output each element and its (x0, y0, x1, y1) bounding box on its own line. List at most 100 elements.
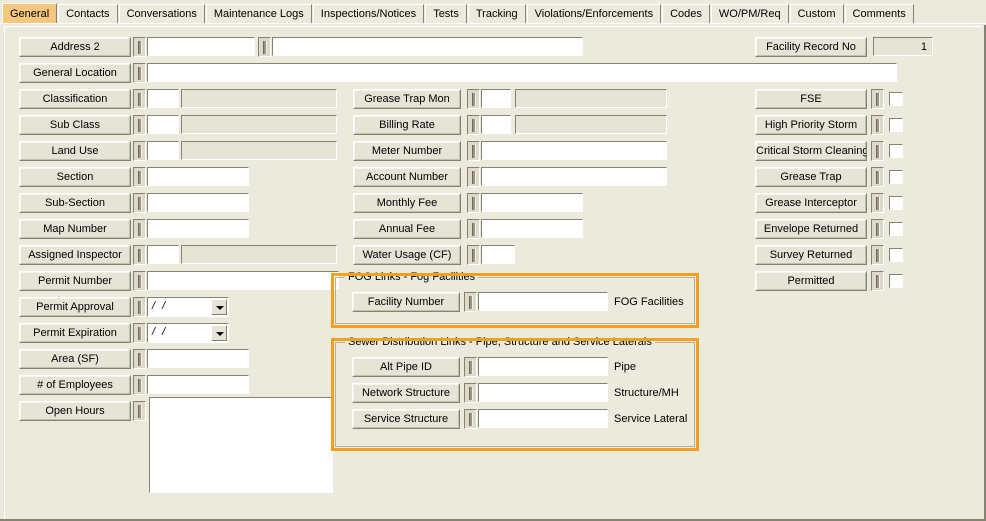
land-use-description-field[interactable] (181, 141, 337, 160)
right-label-envelope-returned[interactable]: Envelope Returned (755, 219, 867, 239)
middle-label-billing-rate[interactable]: Billing Rate (353, 115, 461, 135)
right-label-survey-returned[interactable]: Survey Returned (755, 245, 867, 265)
billing-rate-description-field[interactable] (515, 115, 667, 134)
left-drill-button-6[interactable] (133, 193, 146, 213)
left-label-permit-number[interactable]: Permit Number (19, 271, 131, 291)
left-label-section[interactable]: Section (19, 167, 131, 187)
left-drill-button-13[interactable] (133, 375, 146, 395)
left-label-general-location[interactable]: General Location (19, 63, 131, 83)
right-drill-button-4[interactable] (871, 193, 884, 213)
right-label-critical-storm-cleaning[interactable]: Critical Storm Cleaning (755, 141, 867, 161)
sub-class-code-field[interactable] (147, 115, 179, 134)
right-label-permitted[interactable]: Permitted (755, 271, 867, 291)
left-label-assigned-inspector[interactable]: Assigned Inspector (19, 245, 131, 265)
tab-inspections-notices[interactable]: Inspections/Notices (312, 4, 425, 24)
permit-approval-date-combo[interactable]: / / (147, 297, 229, 317)
open-hours-textarea[interactable] (149, 397, 333, 493)
sub-class-description-field[interactable] (181, 115, 337, 134)
checkbox-grease-interceptor[interactable] (889, 196, 903, 210)
checkbox-permitted[interactable] (889, 274, 903, 288)
middle-label-monthly-fee[interactable]: Monthly Fee (353, 193, 461, 213)
fog-facility-number-field[interactable] (478, 292, 608, 311)
map-number-field[interactable] (147, 219, 249, 238)
middle-drill-button-3[interactable] (467, 167, 480, 187)
middle-drill-button-5[interactable] (467, 219, 480, 239)
fog-drill-button-0[interactable] (464, 292, 477, 312)
of-employees-field[interactable] (147, 375, 249, 394)
fog-facility-number-label[interactable]: Facility Number (352, 292, 460, 312)
right-drill-button-7[interactable] (871, 271, 884, 291)
tab-general[interactable]: General (2, 3, 58, 24)
left-drill-button-9[interactable] (133, 271, 146, 291)
tab-contacts[interactable]: Contacts (58, 4, 118, 24)
left-label-address-2[interactable]: Address 2 (19, 37, 131, 57)
middle-drill-button-4[interactable] (467, 193, 480, 213)
left-label-classification[interactable]: Classification (19, 89, 131, 109)
middle-label-meter-number[interactable]: Meter Number (353, 141, 461, 161)
address2-field-1[interactable] (147, 37, 255, 56)
right-drill-button-6[interactable] (871, 245, 884, 265)
left-label-land-use[interactable]: Land Use (19, 141, 131, 161)
left-drill-button-10[interactable] (133, 297, 146, 317)
general-location-field[interactable] (147, 63, 897, 82)
tab-tracking[interactable]: Tracking (467, 4, 526, 24)
sewer-label-alt-pipe-id[interactable]: Alt Pipe ID (352, 357, 460, 377)
right-drill-button-3[interactable] (871, 167, 884, 187)
sewer-drill-button-1[interactable] (464, 383, 477, 403)
left-drill-button-12[interactable] (133, 349, 146, 369)
classification-description-field[interactable] (181, 89, 337, 108)
right-drill-button-1[interactable] (871, 115, 884, 135)
tab-maintenance-logs[interactable]: Maintenance Logs (205, 4, 312, 24)
right-label-grease-trap[interactable]: Grease Trap (755, 167, 867, 187)
meter-number-field[interactable] (481, 141, 667, 160)
annual-fee-field[interactable] (481, 219, 583, 238)
middle-label-grease-trap-mon[interactable]: Grease Trap Mon (353, 89, 461, 109)
tab-conversations[interactable]: Conversations (118, 4, 205, 24)
left-drill-button-4[interactable] (133, 141, 146, 161)
right-label-fse[interactable]: FSE (755, 89, 867, 109)
assigned-inspector-code-field[interactable] (147, 245, 179, 264)
area-sf-field[interactable] (147, 349, 249, 368)
left-drill-button-8[interactable] (133, 245, 146, 265)
address2-drill-button-2[interactable] (258, 37, 271, 57)
monthly-fee-field[interactable] (481, 193, 583, 212)
right-label-grease-interceptor[interactable]: Grease Interceptor (755, 193, 867, 213)
grease-trap-mon-description-field[interactable] (515, 89, 667, 108)
right-label-high-priority-storm[interactable]: High Priority Storm (755, 115, 867, 135)
chevron-down-icon[interactable] (211, 325, 227, 341)
tab-comments[interactable]: Comments (844, 4, 914, 24)
land-use-code-field[interactable] (147, 141, 179, 160)
right-drill-button-5[interactable] (871, 219, 884, 239)
grease-trap-mon-code-field[interactable] (481, 89, 511, 108)
middle-drill-button-0[interactable] (467, 89, 480, 109)
account-number-field[interactable] (481, 167, 667, 186)
tab-violations-enforcements[interactable]: Violations/Enforcements (526, 4, 662, 24)
left-drill-button-2[interactable] (133, 89, 146, 109)
middle-drill-button-2[interactable] (467, 141, 480, 161)
address2-field-2[interactable] (272, 37, 583, 56)
facility-record-no-label[interactable]: Facility Record No (755, 37, 867, 57)
checkbox-fse[interactable] (889, 92, 903, 106)
left-drill-button-0[interactable] (133, 37, 146, 57)
checkbox-grease-trap[interactable] (889, 170, 903, 184)
left-drill-button-5[interactable] (133, 167, 146, 187)
water-usage-cf-field[interactable] (481, 245, 515, 264)
tab-wo-pm-req[interactable]: WO/PM/Req (710, 4, 789, 24)
left-drill-button-3[interactable] (133, 115, 146, 135)
right-drill-button-0[interactable] (871, 89, 884, 109)
left-drill-button-11[interactable] (133, 323, 146, 343)
section-field[interactable] (147, 167, 249, 186)
tab-tests[interactable]: Tests (425, 4, 467, 24)
sewer-drill-button-2[interactable] (464, 409, 477, 429)
left-label-permit-expiration[interactable]: Permit Expiration (19, 323, 131, 343)
left-label-permit-approval[interactable]: Permit Approval (19, 297, 131, 317)
left-drill-button-14[interactable] (133, 401, 146, 421)
sewer-alt-pipe-id-field[interactable] (478, 357, 608, 376)
checkbox-high-priority-storm[interactable] (889, 118, 903, 132)
left-label-of-employees[interactable]: # of Employees (19, 375, 131, 395)
left-label-open-hours[interactable]: Open Hours (19, 401, 131, 421)
permit-number-field[interactable] (147, 271, 339, 290)
left-drill-button-7[interactable] (133, 219, 146, 239)
facility-record-no-field[interactable] (873, 37, 933, 56)
checkbox-critical-storm-cleaning[interactable] (889, 144, 903, 158)
